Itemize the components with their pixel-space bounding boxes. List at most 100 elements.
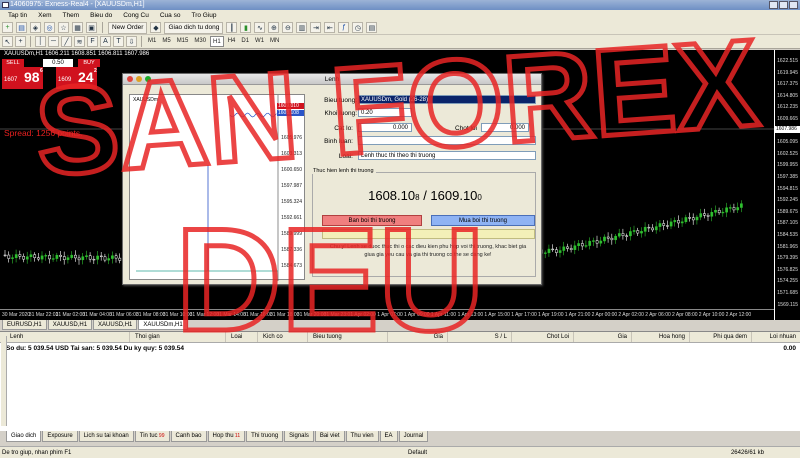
zoom-in-icon[interactable]: ⊕: [268, 22, 280, 33]
channel-icon[interactable]: ≋: [74, 36, 85, 47]
autoscroll-icon[interactable]: ⇥: [310, 22, 322, 33]
col-commission[interactable]: Hoa hong: [632, 332, 690, 342]
label-icon[interactable]: T: [113, 36, 124, 47]
chart-tab-xauusd-2[interactable]: XAUUSD,H1: [93, 320, 138, 330]
order-type-select[interactable]: Lenh thuc thi theo thi truong: [358, 151, 536, 160]
terminal-tab[interactable]: EA: [379, 431, 398, 442]
candlestick-icon[interactable]: ▮: [240, 22, 252, 33]
minimize-button[interactable]: [769, 1, 778, 9]
timeframe-m1[interactable]: M1: [146, 36, 158, 47]
chart-tab-xauusd-1[interactable]: XAUUSD,H1: [47, 320, 93, 330]
crosshair-icon[interactable]: +: [15, 36, 26, 47]
time-axis[interactable]: 30 Mar 2020 31 Mar 22:01 31 Mar 02:00 31 Ma…: [0, 309, 774, 320]
timeframe-m5[interactable]: M5: [160, 36, 172, 47]
terminal-icon[interactable]: ▦: [72, 22, 83, 33]
zoom-out-icon[interactable]: ⊖: [282, 22, 294, 33]
timeframe-w1[interactable]: W1: [253, 36, 266, 47]
terminal-tab[interactable]: Hop thu 11: [207, 431, 246, 442]
dialog-close-button[interactable]: [127, 76, 133, 82]
one-click-lot-input[interactable]: 0.50: [43, 59, 73, 67]
data-window-icon[interactable]: ◎: [44, 22, 55, 33]
terminal-side-handle[interactable]: [1, 336, 7, 426]
col-type[interactable]: Loai: [226, 332, 258, 342]
periods-icon[interactable]: ◷: [352, 22, 364, 33]
col-size[interactable]: Kich co: [258, 332, 308, 342]
timeframe-h1[interactable]: H1: [210, 36, 224, 47]
col-sl[interactable]: S / L: [448, 332, 512, 342]
comment-input[interactable]: [358, 136, 536, 145]
timeframe-m15[interactable]: M15: [175, 36, 191, 47]
navigator-icon[interactable]: ☆: [58, 22, 69, 33]
col-price-current[interactable]: Gia: [574, 332, 632, 342]
bar-chart-icon[interactable]: ┃: [226, 22, 238, 33]
col-swap[interactable]: Phi qua dem: [690, 332, 752, 342]
terminal-tab[interactable]: Journal: [398, 431, 429, 442]
sell-by-market-button[interactable]: Ban boi thi truong: [322, 215, 422, 226]
terminal-tab[interactable]: Tin tuc 99: [134, 431, 170, 442]
status-profile[interactable]: Default: [408, 447, 427, 458]
arrows-icon[interactable]: ⇩: [126, 36, 137, 47]
menu-file[interactable]: Tap tin: [8, 12, 27, 19]
terminal-tab[interactable]: Signals: [284, 431, 314, 442]
col-time[interactable]: Thoi gian: [130, 332, 226, 342]
one-click-buy-price[interactable]: 1609 24 2: [56, 67, 97, 89]
menu-view[interactable]: Xem: [38, 12, 51, 19]
auto-trading-button[interactable]: Giao dich tu dong: [164, 21, 224, 34]
col-profit[interactable]: Loi nhuan: [752, 332, 800, 342]
dialog-minimize-button[interactable]: [136, 76, 142, 82]
time-axis-label: 31 Mar 12:00: [189, 312, 220, 318]
maximize-button[interactable]: [779, 1, 788, 9]
terminal-tab[interactable]: Lich su tai khoan: [78, 431, 134, 442]
one-click-sell-price[interactable]: 1607 98 6: [2, 67, 43, 89]
chart-tab-eurusd[interactable]: EURUSD,H1: [2, 320, 47, 330]
chart-tab-xauusdm[interactable]: XAUUSDm,H1: [138, 320, 188, 330]
tester-icon[interactable]: ▣: [86, 22, 97, 33]
line-chart-icon[interactable]: ∿: [254, 22, 266, 33]
close-button[interactable]: [789, 1, 798, 9]
timeframe-d1[interactable]: D1: [239, 36, 251, 47]
terminal-tab[interactable]: Giao dich: [6, 431, 42, 442]
terminal-tab[interactable]: Canh bao: [170, 431, 207, 442]
trendline-icon[interactable]: ╱: [61, 36, 72, 47]
one-click-sell-button[interactable]: SELL: [2, 59, 24, 67]
volume-select[interactable]: 0.20: [358, 108, 412, 117]
terminal-tab[interactable]: Bai viet: [314, 431, 345, 442]
col-tp[interactable]: Chot Loi: [512, 332, 574, 342]
profiles-icon[interactable]: ▤: [16, 22, 27, 33]
take-profit-input[interactable]: 0.000: [481, 123, 529, 132]
market-watch-icon[interactable]: ◈: [30, 22, 41, 33]
chart-shift-icon[interactable]: ⇤: [324, 22, 336, 33]
timeframe-mn[interactable]: MN: [268, 36, 281, 47]
terminal-tab[interactable]: Exposure: [42, 431, 78, 442]
horizontal-line-icon[interactable]: ─: [48, 36, 59, 47]
stop-loss-input[interactable]: 0.000: [358, 123, 412, 132]
menu-charts[interactable]: Bieu do: [90, 12, 112, 19]
menu-window[interactable]: Cua so: [160, 12, 181, 19]
new-order-button[interactable]: New Order: [108, 21, 148, 34]
dialog-zoom-button[interactable]: [145, 76, 151, 82]
col-price[interactable]: Gia: [388, 332, 448, 342]
timeframe-m30[interactable]: M30: [192, 36, 208, 47]
terminal-tab[interactable]: Thu vien: [345, 431, 379, 442]
menu-tools[interactable]: Cong Cu: [123, 12, 149, 19]
terminal-tab[interactable]: Thi truong: [246, 431, 284, 442]
cursor-icon[interactable]: ↖: [2, 36, 13, 47]
menu-insert[interactable]: Them: [63, 12, 80, 19]
vertical-line-icon[interactable]: │: [35, 36, 46, 47]
one-click-buy-button[interactable]: BUY: [78, 59, 100, 67]
price-axis[interactable]: 1622.515 1619.945 1617.375 1614.805 1612.235…: [774, 50, 800, 320]
menu-help[interactable]: Tro Giup: [191, 12, 216, 19]
indicators-icon[interactable]: ƒ: [338, 22, 350, 33]
meta-editor-icon[interactable]: ◆: [150, 22, 162, 33]
col-order[interactable]: Lenh: [0, 332, 130, 342]
text-icon[interactable]: A: [100, 36, 111, 47]
timeframe-h4[interactable]: H4: [226, 36, 238, 47]
templates-icon[interactable]: ▤: [366, 22, 378, 33]
col-symbol[interactable]: Bieu tuong: [308, 332, 388, 342]
balance-row[interactable]: So du: 5 039.54 USD Tai san: 5 039.54 Du…: [0, 343, 800, 354]
symbol-select[interactable]: XAUUSDm, Gold (26-28): [358, 95, 536, 104]
fibonacci-icon[interactable]: F: [87, 36, 98, 47]
buy-by-market-button[interactable]: Mua boi thi truong: [431, 215, 535, 226]
new-chart-icon[interactable]: +: [2, 22, 13, 33]
tile-windows-icon[interactable]: ▥: [296, 22, 308, 33]
